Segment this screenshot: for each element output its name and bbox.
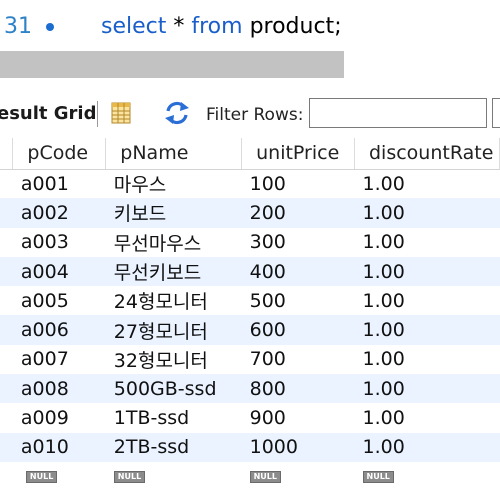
row-selector[interactable]	[0, 228, 13, 257]
cell-pcode[interactable]: a006	[12, 315, 106, 345]
table-row[interactable]: a002 키보드 200 1.00	[0, 198, 500, 228]
cell-pname[interactable]: 마우스	[106, 169, 242, 198]
result-table: pCode pName unitPrice discountRate a001 …	[0, 138, 500, 484]
cell-discountrate[interactable]: 1.00	[354, 432, 500, 462]
cell-discountrate[interactable]: 1.00	[354, 315, 500, 345]
table-row[interactable]: a005 24형모니터 500 1.00	[0, 286, 500, 315]
editor-horizontal-scrollbar[interactable]	[0, 50, 500, 80]
toolbar-separator	[97, 101, 98, 127]
column-header-discountrate[interactable]: discountRate	[354, 138, 500, 170]
result-grid: pCode pName unitPrice discountRate a001 …	[0, 138, 500, 500]
cell-pcode[interactable]: a004	[12, 256, 106, 287]
sql-table-name: product;	[242, 14, 342, 39]
cell-pname[interactable]: 1TB-ssd	[106, 403, 242, 432]
cell-pname[interactable]: 2TB-ssd	[105, 432, 242, 462]
table-row[interactable]: a006 27형모니터 600 1.00	[0, 315, 500, 345]
row-selector[interactable]	[0, 286, 13, 315]
table-row[interactable]: a003 무선마우스 300 1.00	[0, 228, 500, 257]
cell-pname[interactable]: 27형모니터	[105, 315, 242, 345]
row-selector[interactable]	[0, 462, 13, 484]
cell-pcode[interactable]: a010	[12, 432, 106, 462]
row-selector[interactable]	[0, 315, 13, 345]
cell-pname[interactable]: 500GB-ssd	[105, 374, 242, 404]
cell-pname[interactable]: 32형모니터	[106, 345, 242, 374]
table-row[interactable]: a007 32형모니터 700 1.00	[0, 345, 500, 374]
row-selector[interactable]	[0, 198, 13, 228]
toolbar-next-control[interactable]	[492, 98, 500, 128]
cell-pcode[interactable]: a002	[12, 198, 106, 228]
cell-unitprice[interactable]: 400	[241, 256, 355, 287]
refresh-icon[interactable]	[162, 99, 192, 127]
cell-pcode[interactable]: a005	[13, 286, 106, 315]
column-header-pcode[interactable]: pCode	[12, 138, 107, 170]
row-selector[interactable]	[0, 256, 13, 287]
row-selector[interactable]	[0, 169, 13, 198]
table-row[interactable]: a004 무선키보드 400 1.00	[0, 256, 500, 287]
cell-pname[interactable]: 키보드	[105, 198, 242, 228]
table-row[interactable]: a008 500GB-ssd 800 1.00	[0, 374, 500, 404]
cell-pname[interactable]: 무선키보드	[105, 256, 242, 287]
null-badge: NULL	[249, 470, 281, 483]
row-selector[interactable]	[0, 374, 13, 404]
cell-discountrate[interactable]: 1.00	[355, 169, 500, 198]
row-selector[interactable]	[0, 432, 13, 462]
cell-pname[interactable]: 무선마우스	[106, 228, 242, 257]
cell-unitprice[interactable]: 1000	[241, 432, 355, 462]
sql-keyword-from: from	[191, 14, 243, 39]
table-row[interactable]: a001 마우스 100 1.00	[0, 169, 500, 198]
cell-discountrate[interactable]: 1.00	[355, 403, 500, 432]
table-row[interactable]: a010 2TB-ssd 1000 1.00	[0, 432, 500, 462]
sql-editor[interactable]: 31 select * from product;	[0, 0, 500, 50]
cell-unitprice[interactable]: 100	[242, 169, 355, 198]
mysql-workbench-view: 31 select * from product; esult Grid Fil…	[0, 0, 500, 500]
cell-unitprice[interactable]: 800	[241, 374, 355, 404]
filter-rows-input[interactable]	[309, 98, 487, 128]
cell-pcode[interactable]: a003	[13, 228, 106, 257]
statement-marker-icon	[46, 23, 54, 31]
cell-pcode[interactable]: a009	[13, 403, 106, 432]
cell-discountrate-new[interactable]: NULL	[355, 462, 500, 484]
line-number: 31	[4, 14, 32, 39]
column-header-unitprice[interactable]: unitPrice	[241, 138, 355, 170]
cell-discountrate[interactable]: 1.00	[355, 345, 500, 374]
cell-pname[interactable]: 24형모니터	[106, 286, 242, 315]
cell-unitprice[interactable]: 700	[242, 345, 355, 374]
cell-unitprice[interactable]: 600	[241, 315, 355, 345]
column-header-pname[interactable]: pName	[105, 138, 243, 170]
scrollbar-thumb[interactable]	[0, 51, 344, 78]
cell-discountrate[interactable]: 1.00	[354, 198, 500, 228]
cell-unitprice[interactable]: 500	[242, 286, 355, 315]
cell-pcode[interactable]: a001	[13, 169, 106, 198]
cell-unitprice[interactable]: 300	[242, 228, 355, 257]
cell-unitprice-new[interactable]: NULL	[242, 462, 355, 484]
result-grid-tab[interactable]: esult Grid	[0, 103, 96, 124]
cell-pcode-new[interactable]: NULL	[13, 462, 106, 484]
cell-discountrate[interactable]: 1.00	[354, 256, 500, 287]
null-badge: NULL	[25, 470, 58, 483]
new-row-placeholder[interactable]: NULL NULL NULL NULL	[0, 462, 500, 484]
null-badge: NULL	[113, 470, 146, 483]
row-selector[interactable]	[0, 403, 13, 432]
cell-pcode[interactable]: a007	[13, 345, 106, 374]
cell-unitprice[interactable]: 900	[242, 403, 355, 432]
result-toolbar: esult Grid Filter Rows:	[0, 95, 500, 133]
cell-discountrate[interactable]: 1.00	[354, 374, 500, 404]
grid-icon[interactable]	[111, 102, 131, 124]
cell-unitprice[interactable]: 200	[241, 198, 355, 228]
row-selector-header[interactable]	[0, 138, 14, 170]
table-row[interactable]: a009 1TB-ssd 900 1.00	[0, 403, 500, 432]
sql-statement[interactable]: select * from product;	[101, 14, 342, 39]
cell-pcode[interactable]: a008	[12, 374, 106, 404]
null-badge: NULL	[362, 470, 394, 483]
sql-star: *	[166, 14, 192, 39]
filter-rows-label: Filter Rows:	[206, 105, 304, 125]
sql-keyword-select: select	[101, 14, 167, 39]
cell-discountrate[interactable]: 1.00	[355, 286, 500, 315]
header-row: pCode pName unitPrice discountRate	[0, 138, 500, 170]
cell-pname-new[interactable]: NULL	[106, 462, 242, 484]
row-selector[interactable]	[0, 345, 13, 374]
cell-discountrate[interactable]: 1.00	[355, 228, 500, 257]
